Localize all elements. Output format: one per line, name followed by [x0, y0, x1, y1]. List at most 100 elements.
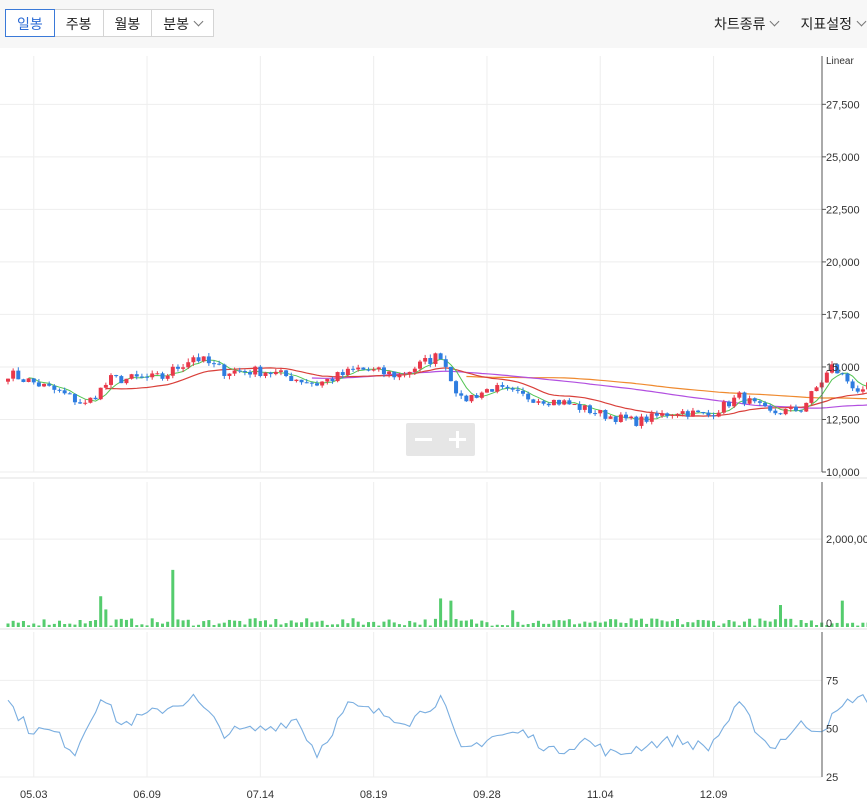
volume-bar [325, 624, 329, 627]
down-candle [526, 393, 531, 400]
up-candle [582, 405, 587, 410]
down-candle [613, 416, 618, 422]
down-candle [490, 389, 495, 392]
scale-label: Linear [826, 56, 854, 67]
x-tick-label: 07.14 [247, 789, 275, 801]
volume-bar [73, 624, 77, 627]
volume-bar [609, 619, 613, 627]
down-candle [448, 366, 453, 382]
up-candle [562, 400, 567, 405]
down-candle [773, 410, 778, 414]
up-candle [232, 370, 237, 374]
down-candle [381, 367, 386, 375]
volume-bar [150, 618, 154, 627]
down-candle [531, 399, 536, 403]
up-candle [788, 406, 793, 409]
up-candle [335, 372, 340, 382]
volume-bar [124, 619, 128, 627]
chart-type-menu[interactable]: 차트종류 [714, 14, 780, 34]
moving-averages [28, 358, 867, 421]
volume-bar [310, 622, 314, 627]
volume-bar [227, 619, 231, 627]
down-candle [315, 383, 319, 386]
down-candle [474, 395, 479, 398]
down-candle [72, 394, 77, 403]
volume-bar [794, 625, 798, 627]
volume-bar [119, 618, 123, 627]
volume-bar [346, 623, 350, 627]
volume-bar [320, 620, 324, 627]
volume-bar [737, 625, 741, 627]
volume-bar [552, 620, 556, 627]
volume-bar [58, 620, 61, 627]
volume-bar [511, 610, 515, 627]
price-tick-label: 27,500 [826, 99, 860, 111]
volume-bar [109, 625, 113, 627]
volume-bar [413, 622, 417, 627]
down-candle [62, 390, 67, 394]
volume-bar [21, 620, 25, 627]
x-tick-label: 08.19 [360, 789, 388, 801]
x-tick-label: 06.09 [133, 789, 161, 801]
period-tabs: 일봉 주봉 월봉 분봉 [5, 9, 215, 37]
indicator-tick-label: 50 [826, 724, 838, 736]
volume-bar [536, 620, 540, 627]
volume-bar [722, 623, 726, 627]
volume-bar [284, 623, 288, 627]
volume-bar [217, 623, 221, 627]
up-candle [814, 387, 819, 392]
volume-bar [593, 621, 597, 627]
volume-bar [372, 621, 376, 627]
up-candle [670, 414, 675, 416]
up-candle [356, 367, 361, 370]
volume-bar [521, 624, 525, 627]
chevron-down-icon [770, 16, 780, 27]
up-candle [479, 392, 484, 398]
up-candle [495, 385, 500, 392]
zoom-out-button[interactable] [406, 423, 440, 456]
volume-bar [490, 625, 494, 627]
volume-bar [403, 625, 407, 627]
x-tick-label: 05.03 [20, 789, 48, 801]
zoom-in-button[interactable] [441, 423, 475, 456]
up-candle [103, 384, 108, 388]
up-candle [737, 392, 742, 398]
volume-bar [130, 618, 134, 627]
up-candle [83, 402, 88, 404]
tab-monthly[interactable]: 월봉 [102, 9, 153, 37]
volume-bar [42, 619, 46, 627]
volume-bar [68, 623, 72, 627]
down-candle [665, 413, 670, 416]
down-candle [685, 411, 690, 417]
volume-bar [377, 625, 381, 627]
up-candle [484, 389, 489, 393]
down-candle [459, 393, 464, 396]
tab-weekly[interactable]: 주봉 [53, 9, 104, 37]
volume-bar [258, 621, 262, 627]
stock-chart[interactable]: Linear 10,000 12,500 15,000 17,500 20,000 22,… [0, 48, 867, 805]
volume-bar [696, 619, 700, 627]
volume-bar [330, 624, 334, 627]
volume-bar [624, 623, 628, 627]
tab-minute[interactable]: 분봉 [151, 9, 215, 37]
indicator-settings-menu[interactable]: 지표설정 [800, 14, 867, 34]
volume-bar [567, 619, 571, 627]
down-candle [654, 413, 659, 416]
down-candle [304, 382, 309, 384]
down-candle [727, 401, 731, 407]
volume-bar [547, 623, 551, 627]
down-candle [134, 374, 139, 377]
volume-bar [351, 618, 355, 627]
volume-bar [840, 600, 844, 627]
candles [6, 352, 867, 429]
down-candle [711, 415, 716, 417]
volume-bar [63, 624, 67, 627]
volume-bar [742, 621, 746, 627]
up-candle [608, 416, 613, 419]
tab-daily[interactable]: 일봉 [5, 9, 55, 37]
down-candle [119, 376, 124, 384]
volume-bar [526, 624, 530, 627]
volume-bar [531, 622, 535, 627]
down-candle [57, 389, 62, 391]
volume-bar [439, 598, 443, 627]
